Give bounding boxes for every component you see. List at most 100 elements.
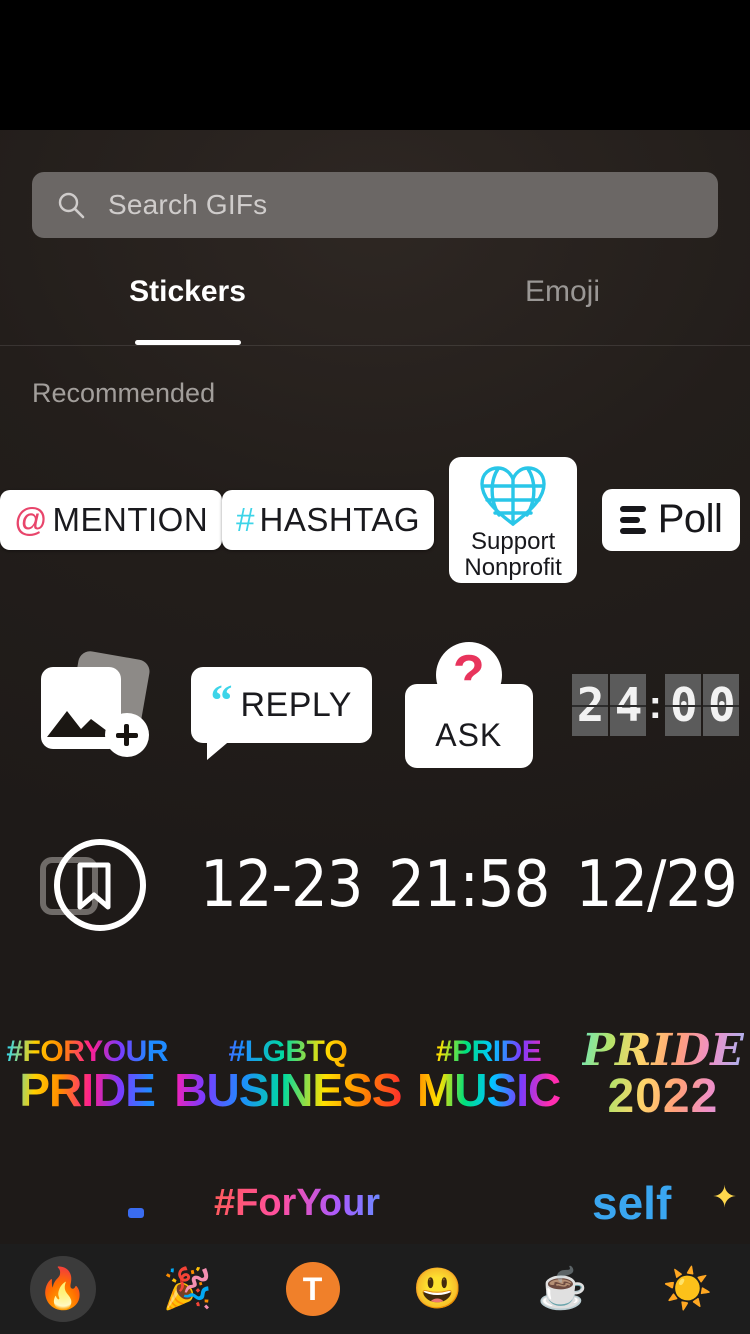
sun-icon: ☀️ [663, 1269, 713, 1309]
grinning-face-icon: 😃 [413, 1269, 463, 1309]
sticker-cell: 12/29 [563, 820, 750, 950]
foryour-pride-sticker[interactable]: #FORYOUR PRIDE [6, 1037, 168, 1113]
sticker-row-4: #FORYOUR PRIDE #LGBTQ BUSINESS #PRIDE MU… [0, 1000, 750, 1150]
ask-box: ASK [405, 684, 533, 768]
search-icon [56, 190, 86, 220]
category-weather[interactable]: ☀️ [625, 1244, 750, 1334]
flip-tile: 4 [610, 674, 646, 736]
sticker-cell: @ MENTION [0, 442, 222, 597]
add-photo-sticker[interactable] [39, 655, 149, 755]
pride-2022-line1: PRIDE [582, 1029, 744, 1073]
quote-mark-icon: “ [211, 688, 233, 714]
ask-sticker[interactable]: ? ASK [405, 642, 533, 768]
search-input[interactable]: Search GIFs [32, 172, 718, 238]
sticker-cell: Support Nonprofit [434, 442, 592, 597]
sticker-tray: Search GIFs Stickers Emoji Recommended @… [0, 130, 750, 1244]
flip-digit: 0 [670, 682, 696, 728]
support-nonprofit-sticker[interactable]: Support Nonprofit [449, 457, 577, 583]
top-blank-area [0, 0, 750, 130]
tab-stickers[interactable]: Stickers [0, 265, 375, 345]
sticker-row-5-partial: #ForYour self ✦ [0, 1182, 750, 1244]
hashtag-label: HASHTAG [260, 501, 421, 539]
hashtag-sticker[interactable]: # HASHTAG [222, 490, 434, 550]
pride-music-sticker[interactable]: #PRIDE MUSIC [417, 1037, 560, 1113]
sticker-cell: 2 4 : 0 0 [563, 630, 750, 780]
sticker-picker-screen: Search GIFs Stickers Emoji Recommended @… [0, 0, 750, 1334]
pride-music-line1: #PRIDE [417, 1037, 560, 1067]
sticker-cell: “ REPLY [188, 630, 376, 780]
sticker-cell: 21:58 [375, 820, 563, 950]
nonprofit-line1: Support [471, 529, 555, 555]
sticker-cell: ? ASK [375, 630, 563, 780]
ask-label: ASK [435, 717, 502, 754]
section-title-recommended: Recommended [32, 378, 215, 409]
sticker-cell: Poll [592, 442, 750, 597]
category-food-drink[interactable]: ☕ [500, 1244, 625, 1334]
sticker-row-2: “ REPLY ? ASK 2 4 : [0, 630, 750, 780]
sticker-cell: PRIDE 2022 [576, 1000, 750, 1150]
mention-sticker[interactable]: @ MENTION [0, 490, 222, 550]
plus-badge-icon [105, 713, 149, 757]
poll-sticker[interactable]: Poll [602, 489, 741, 551]
ribbon-icon [76, 861, 112, 911]
flip-tile: 0 [665, 674, 701, 736]
category-trending[interactable]: 🔥 [0, 1244, 125, 1334]
poll-label: Poll [658, 497, 723, 542]
pride-2022-sticker[interactable]: PRIDE 2022 [582, 1029, 744, 1121]
reply-sticker[interactable]: “ REPLY [191, 667, 372, 743]
sticker-cell [0, 630, 188, 780]
tab-divider [0, 345, 750, 346]
date-sticker-2[interactable]: 12/29 [576, 848, 737, 922]
at-symbol-icon: @ [14, 501, 48, 539]
nonprofit-line2: Nonprofit [464, 555, 561, 581]
search-placeholder-text: Search GIFs [108, 189, 267, 221]
flip-digit: 4 [615, 682, 641, 728]
sticker-cell [0, 820, 188, 950]
flip-separator: : [649, 685, 662, 725]
sticker-cell: #PRIDE MUSIC [401, 1000, 575, 1150]
foryour-peek-sticker[interactable]: #ForYour [214, 1182, 380, 1225]
lgbtq-business-line2: BUSINESS [174, 1067, 401, 1113]
text-t-icon: T [286, 1262, 340, 1316]
search-bar-container: Search GIFs [32, 172, 718, 238]
pride-2022-line2: 2022 [582, 1073, 744, 1121]
poll-bars-icon [620, 506, 646, 534]
coffee-icon: ☕ [538, 1269, 588, 1309]
globe-heart-icon [480, 465, 546, 527]
foryour-pride-line2: PRIDE [6, 1067, 168, 1113]
foryour-pride-line1: #FORYOUR [6, 1037, 168, 1067]
peek-fragment-icon [128, 1208, 144, 1218]
sticker-row-3: 12-23 21:58 12/29 [0, 820, 750, 950]
tab-emoji[interactable]: Emoji [375, 265, 750, 345]
reply-label: REPLY [241, 686, 352, 725]
countdown-sticker[interactable]: 2 4 : 0 0 [572, 674, 741, 736]
sticker-cell: 12-23 [188, 820, 376, 950]
sticker-cell: #LGBTQ BUSINESS [174, 1000, 401, 1150]
flip-tile: 2 [572, 674, 608, 736]
date-sticker-1[interactable]: 12-23 [200, 848, 362, 922]
lgbtq-business-sticker[interactable]: #LGBTQ BUSINESS [174, 1037, 401, 1113]
category-smileys[interactable]: 😃 [375, 1244, 500, 1334]
time-sticker[interactable]: 21:58 [388, 848, 549, 922]
music-sticker[interactable] [40, 835, 148, 935]
sticker-cell: #FORYOUR PRIDE [0, 1000, 174, 1150]
party-popper-icon: 🎉 [163, 1269, 213, 1309]
self-peek-sticker[interactable]: self [592, 1182, 671, 1230]
sticker-cell: # HASHTAG [222, 442, 434, 597]
sparkle-icon: ✦ [712, 1182, 737, 1215]
hash-symbol-icon: # [236, 501, 254, 539]
emoji-category-bar: 🔥 🎉 T 😃 ☕ ☀️ [0, 1244, 750, 1334]
category-celebration[interactable]: 🎉 [125, 1244, 250, 1334]
pride-music-line2: MUSIC [417, 1067, 560, 1113]
tab-emoji-label: Emoji [525, 275, 600, 309]
flip-tile: 0 [703, 674, 739, 736]
category-text[interactable]: T [250, 1244, 375, 1334]
tab-stickers-label: Stickers [129, 275, 246, 309]
tab-bar: Stickers Emoji [0, 265, 750, 345]
flip-digit: 0 [708, 682, 734, 728]
lgbtq-business-line1: #LGBTQ [174, 1037, 401, 1067]
flip-digit: 2 [577, 682, 603, 728]
mention-label: MENTION [53, 501, 209, 539]
sticker-row-1: @ MENTION # HASHTAG [0, 442, 750, 597]
fire-icon: 🔥 [38, 1269, 88, 1309]
